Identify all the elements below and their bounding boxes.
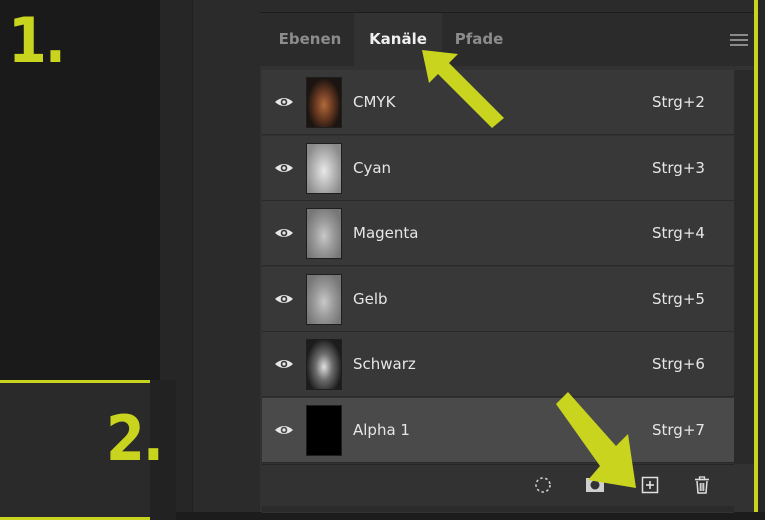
panel-bottom-separator [262, 506, 734, 512]
right-edge [758, 0, 765, 512]
arrow-to-new-channel-icon [556, 392, 636, 488]
arrow-to-tab-icon [422, 50, 504, 128]
channel-list-scrollbar[interactable] [734, 70, 754, 464]
channel-shortcut: Strg+7 [652, 420, 705, 439]
tab-ebenen[interactable]: Ebenen [266, 13, 354, 66]
eye-icon[interactable] [274, 423, 294, 437]
channel-row[interactable]: Schwarz Strg+6 [262, 332, 734, 397]
panel-top-bar [260, 0, 754, 13]
channel-thumbnail [306, 142, 342, 194]
channel-thumbnail [306, 273, 342, 325]
channel-name: Cyan [353, 158, 392, 177]
channel-row[interactable]: Alpha 1 Strg+7 [262, 397, 734, 463]
channel-row[interactable]: Gelb Strg+5 [262, 266, 734, 332]
channel-shortcut: Strg+2 [652, 93, 705, 111]
channel-name: Schwarz [353, 355, 416, 373]
dotted-circle-icon[interactable] [533, 475, 553, 495]
channel-thumbnail [306, 339, 342, 390]
channel-name: Alpha 1 [353, 420, 410, 439]
step-one-label: 1. [8, 4, 66, 77]
eye-icon[interactable] [274, 226, 294, 240]
channel-shortcut: Strg+3 [652, 158, 705, 177]
panel-dock-strip [192, 0, 261, 512]
channel-name: Magenta [353, 224, 419, 242]
step-two-label: 2. [106, 402, 164, 475]
eye-icon[interactable] [274, 95, 294, 109]
channel-name: Gelb [353, 289, 388, 308]
channel-row[interactable]: Magenta Strg+4 [262, 201, 734, 266]
channel-name: CMYK [353, 93, 396, 111]
channel-thumbnail [306, 404, 342, 456]
eye-icon[interactable] [274, 292, 294, 306]
eye-icon[interactable] [274, 357, 294, 371]
panel-menu-icon[interactable] [730, 34, 748, 47]
eye-icon[interactable] [274, 161, 294, 175]
channel-shortcut: Strg+5 [652, 289, 705, 308]
trash-icon[interactable] [692, 475, 712, 495]
channel-thumbnail [306, 208, 342, 259]
channel-row[interactable]: Cyan Strg+3 [262, 135, 734, 201]
channel-thumbnail [306, 77, 342, 128]
channel-shortcut: Strg+4 [652, 224, 705, 242]
channel-shortcut: Strg+6 [652, 355, 705, 373]
